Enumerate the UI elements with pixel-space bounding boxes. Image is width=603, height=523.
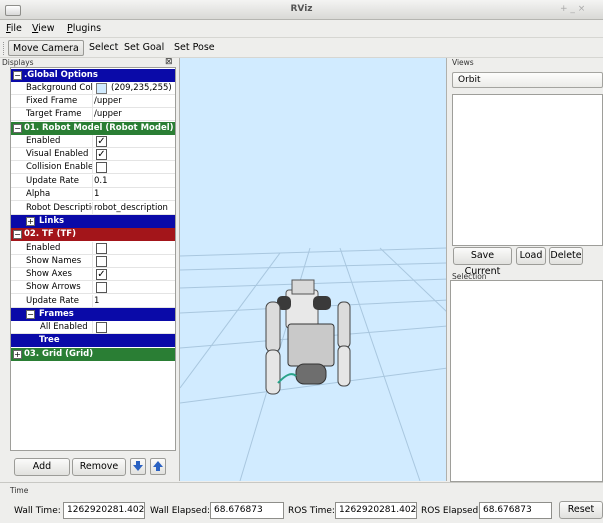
tf-header[interactable]: − 02. TF (TF) — [11, 228, 175, 241]
enabled-checkbox[interactable]: ✓ — [96, 136, 107, 147]
view-mode-select[interactable]: Orbit — [452, 72, 603, 88]
displays-tree[interactable]: − .Global Options Background Colo (209,2… — [10, 67, 176, 451]
property-fixed-frame[interactable]: Fixed Frame /upper — [11, 95, 175, 108]
property-target-frame[interactable]: Target Frame /upper — [11, 108, 175, 121]
property-show-arrows[interactable]: Show Arrows — [11, 281, 175, 294]
load-button[interactable]: Load — [516, 247, 546, 265]
tree-header[interactable]: Tree — [11, 334, 175, 347]
save-current-button[interactable]: Save Current — [453, 247, 512, 277]
show-axes-checkbox[interactable]: ✓ — [96, 269, 107, 280]
ros-time-label: ROS Time: — [288, 506, 335, 516]
menu-file[interactable]: File — [6, 23, 22, 34]
property-visual-enabled[interactable]: Visual Enabled ✓ — [11, 148, 175, 161]
time-panel: Time Wall Time: 1262920281.40286 Wall El… — [0, 482, 603, 523]
property-tf-update-rate[interactable]: Update Rate 1 — [11, 295, 175, 308]
property-show-names[interactable]: Show Names — [11, 255, 175, 268]
window-controls[interactable]: + _ × — [560, 4, 585, 14]
wall-time-label: Wall Time: — [14, 506, 61, 516]
ros-elapsed-label: ROS Elapsed: — [421, 506, 482, 516]
collapse-icon[interactable]: − — [13, 230, 22, 239]
expand-icon[interactable]: + — [26, 217, 35, 226]
collapse-icon[interactable]: − — [13, 71, 22, 80]
property-alpha[interactable]: Alpha 1 — [11, 188, 175, 201]
menu-bar: File View Plugins — [0, 20, 603, 37]
arrow-down-icon — [133, 461, 143, 471]
move-up-button[interactable] — [150, 458, 166, 475]
property-show-axes[interactable]: Show Axes ✓ — [11, 268, 175, 281]
property-enabled[interactable]: Enabled ✓ — [11, 135, 175, 148]
views-panel: Orbit — [450, 67, 603, 266]
tool-set-pose[interactable]: Set Pose — [170, 40, 219, 56]
property-all-enabled[interactable]: All Enabled — [11, 321, 175, 334]
time-label: Time — [10, 486, 29, 495]
robot-model — [265, 279, 351, 395]
title-bar: RViz + _ × — [0, 0, 603, 20]
views-list[interactable] — [452, 94, 603, 246]
tool-select[interactable]: Select — [85, 40, 122, 56]
property-update-rate[interactable]: Update Rate 0.1 — [11, 175, 175, 188]
show-names-checkbox[interactable] — [96, 256, 107, 267]
collapse-icon[interactable]: − — [26, 310, 35, 319]
displays-close-icon[interactable]: ⊠ — [165, 57, 173, 67]
ros-elapsed-field[interactable]: 68.676873 — [479, 502, 552, 519]
menu-view[interactable]: View — [32, 23, 55, 34]
grid-header[interactable]: + 03. Grid (Grid) — [11, 348, 175, 361]
property-collision-enabled[interactable]: Collision Enablec — [11, 161, 175, 174]
toolbar: Move Camera Select Set Goal Set Pose — [0, 37, 603, 58]
visual-enabled-checkbox[interactable]: ✓ — [96, 149, 107, 160]
window-title: RViz — [290, 4, 313, 14]
selection-panel[interactable] — [450, 280, 603, 482]
toolbar-grip[interactable] — [3, 42, 5, 55]
property-background-color[interactable]: Background Colo (209,235,255) — [11, 82, 175, 95]
tool-set-goal[interactable]: Set Goal — [120, 40, 168, 56]
move-down-button[interactable] — [130, 458, 146, 475]
delete-button[interactable]: Delete — [549, 247, 583, 265]
menu-plugins[interactable]: Plugins — [67, 23, 101, 34]
collision-enabled-checkbox[interactable] — [96, 162, 107, 173]
all-enabled-checkbox[interactable] — [96, 322, 107, 333]
remove-display-button[interactable]: Remove — [72, 458, 126, 476]
global-options-header[interactable]: − .Global Options — [11, 69, 175, 82]
show-arrows-checkbox[interactable] — [96, 282, 107, 293]
expand-icon[interactable]: + — [13, 350, 22, 359]
render-viewport[interactable] — [179, 58, 447, 481]
scene-render — [180, 247, 446, 481]
wall-time-field[interactable]: 1262920281.40286 — [63, 502, 145, 519]
color-swatch[interactable] — [96, 83, 107, 94]
views-label: Views — [452, 58, 474, 67]
wall-elapsed-field[interactable]: 68.676873 — [210, 502, 284, 519]
reset-button[interactable]: Reset — [559, 501, 603, 519]
robot-model-header[interactable]: − 01. Robot Model (Robot Model) — [11, 122, 175, 135]
displays-label: Displays — [2, 58, 34, 67]
arrow-up-icon — [153, 461, 163, 471]
tf-enabled-checkbox[interactable] — [96, 243, 107, 254]
collapse-icon[interactable]: − — [13, 124, 22, 133]
property-tf-enabled[interactable]: Enabled — [11, 242, 175, 255]
links-header[interactable]: + Links — [11, 215, 175, 228]
add-display-button[interactable]: Add — [14, 458, 70, 476]
ros-time-field[interactable]: 1262920281.402857 — [335, 502, 417, 519]
property-robot-description[interactable]: Robot Descriptior robot_description — [11, 202, 175, 215]
frames-header[interactable]: − Frames — [11, 308, 175, 321]
tool-move-camera[interactable]: Move Camera — [8, 40, 84, 56]
wall-elapsed-label: Wall Elapsed: — [150, 506, 211, 516]
